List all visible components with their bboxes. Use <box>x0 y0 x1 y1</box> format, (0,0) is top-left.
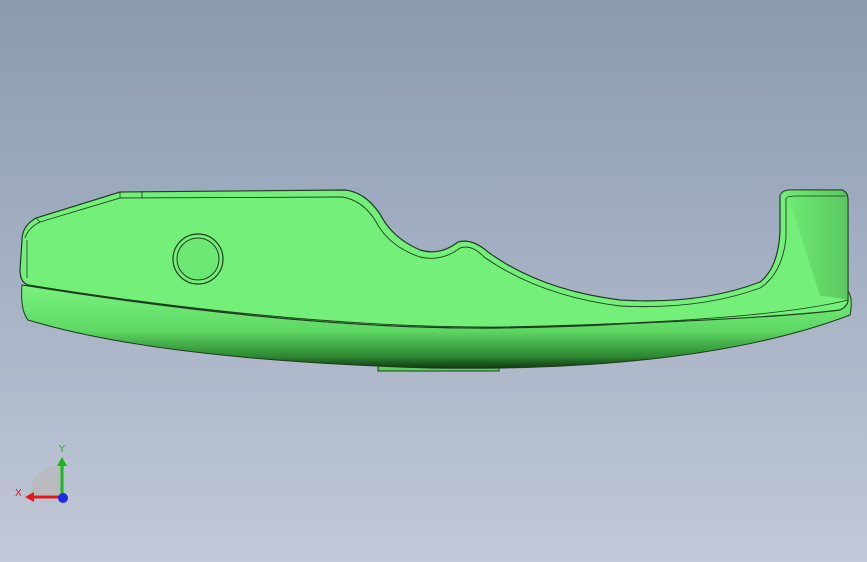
x-axis-arrow <box>25 492 34 502</box>
y-axis-arrow <box>57 457 67 466</box>
view-triad[interactable]: Y X <box>10 440 80 510</box>
x-axis-label: X <box>15 488 22 499</box>
triad-quadrant <box>30 465 60 495</box>
y-axis-label: Y <box>58 444 66 455</box>
part-model[interactable] <box>0 0 867 562</box>
mounting-hole-inner <box>176 237 220 281</box>
z-axis-dot <box>58 493 68 503</box>
graphics-viewport[interactable]: Y X <box>0 0 867 562</box>
